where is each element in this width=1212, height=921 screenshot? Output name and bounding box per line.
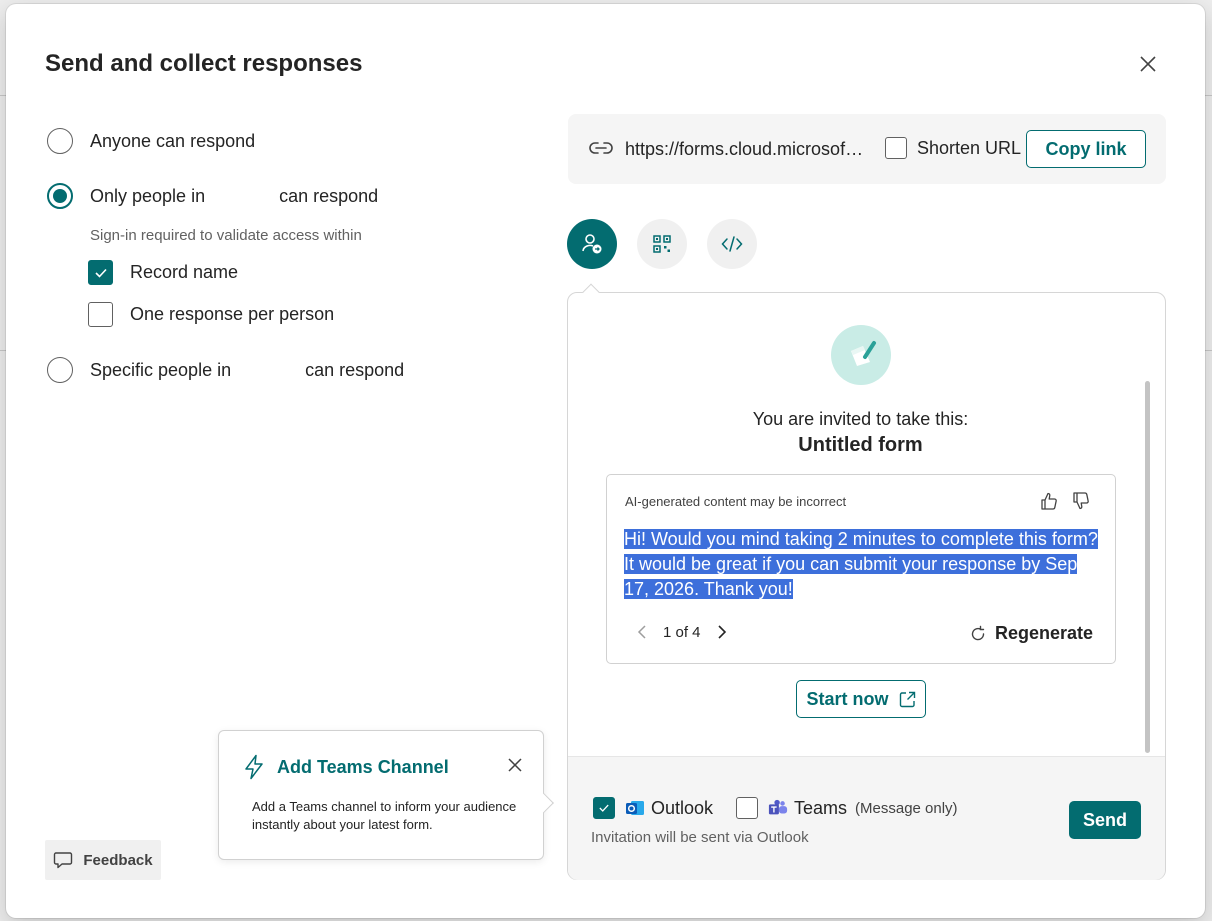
thumbs-up-icon — [1041, 492, 1057, 510]
feedback-icon — [54, 852, 73, 869]
chevron-left-icon — [637, 625, 646, 639]
outlook-icon — [625, 798, 645, 818]
tab-share-link[interactable] — [567, 219, 617, 269]
thumbs-down-button[interactable] — [1069, 489, 1093, 513]
thumbs-up-button[interactable] — [1037, 489, 1061, 513]
teams-note: (Message only) — [855, 799, 958, 817]
send-button[interactable]: Send — [1069, 801, 1141, 839]
option-specific-prefix: Specific people in — [90, 359, 232, 380]
record-name-option[interactable]: Record name — [88, 260, 238, 285]
teams-label: Teams — [794, 797, 848, 818]
checkmark-icon — [599, 804, 609, 812]
option-anyone[interactable]: Anyone can respond — [47, 128, 255, 154]
invited-text: You are invited to take this: — [752, 409, 969, 429]
chevron-right-icon — [717, 625, 726, 639]
qr-code-icon — [653, 235, 671, 253]
option-specific-people[interactable]: Specific people in can respond — [47, 357, 404, 383]
form-name: Untitled form — [798, 434, 923, 456]
teams-icon — [768, 798, 788, 818]
one-response-label: One response per person — [130, 304, 335, 324]
pager-text: 1 of 4 — [663, 623, 701, 641]
send-dialog: Send and collect responses Anyone can re… — [6, 4, 1205, 918]
teams-option[interactable]: Teams (Message only) — [736, 797, 958, 819]
record-name-label: Record name — [130, 262, 239, 282]
ai-disclaimer: AI-generated content may be incorrect — [625, 494, 847, 509]
close-button[interactable] — [1134, 50, 1162, 78]
invitation-via-text: Invitation will be sent via Outlook — [591, 829, 809, 846]
radio-specific-people[interactable] — [47, 357, 73, 383]
thumbs-down-icon — [1073, 492, 1089, 510]
refresh-icon — [971, 625, 985, 640]
link-icon — [588, 138, 614, 163]
bubble-beak — [534, 793, 554, 813]
bubble-body: Add a Teams channel to inform your audie… — [252, 799, 517, 832]
outlook-label: Outlook — [651, 797, 714, 818]
person-send-icon — [582, 234, 602, 254]
close-icon — [1140, 56, 1156, 72]
ai-message-text[interactable]: Hi! Would you mind taking 2 minutes to c… — [624, 527, 1104, 602]
send-footer: Outlook Teams (Message only) Invitation … — [568, 756, 1165, 880]
form-icon — [831, 325, 891, 385]
invitation-preview: You are invited to take this: Untitled f… — [567, 283, 1166, 880]
start-now-button[interactable]: Start now — [796, 680, 926, 718]
regenerate-label: Regenerate — [995, 623, 1094, 643]
feedback-button[interactable]: Feedback — [45, 840, 161, 880]
copy-link-button[interactable]: Copy link — [1026, 130, 1146, 168]
option-only-people-suffix: can respond — [279, 185, 379, 206]
form-url[interactable]: https://forms.cloud.microsoft... — [625, 139, 865, 160]
one-response-checkbox[interactable] — [88, 302, 113, 327]
option-only-people[interactable]: Only people in can respond — [47, 183, 378, 209]
bubble-close-button[interactable] — [504, 754, 526, 776]
close-icon — [508, 758, 522, 772]
panel-notch — [582, 283, 600, 301]
dialog-title: Send and collect responses — [45, 50, 363, 77]
next-button[interactable] — [711, 621, 733, 643]
teams-channel-teaching-bubble: Add Teams Channel Add a Teams channel to… — [218, 730, 554, 860]
shorten-url-checkbox[interactable] — [885, 137, 907, 159]
link-bar: https://forms.cloud.microsoft... Shorten… — [568, 114, 1166, 184]
ai-message-card: AI-generated content may be incorrect Hi… — [606, 474, 1116, 664]
checkmark-icon — [94, 268, 107, 278]
record-name-checkbox[interactable] — [88, 260, 113, 285]
tab-qr-code[interactable] — [637, 219, 687, 269]
open-external-icon — [899, 691, 915, 707]
shorten-url-label: Shorten URL — [917, 137, 1022, 158]
one-response-option[interactable]: One response per person — [88, 302, 334, 327]
suggestion-pager: 1 of 4 — [631, 621, 733, 643]
signin-hint: Sign-in required to validate access with… — [90, 227, 362, 244]
shorten-url-option[interactable]: Shorten URL — [885, 137, 1021, 159]
bubble-title: Add Teams Channel — [277, 757, 449, 777]
start-now-label: Start now — [806, 688, 889, 709]
tab-embed[interactable] — [707, 219, 757, 269]
regenerate-button[interactable]: Regenerate — [969, 623, 1093, 644]
outlook-checkbox[interactable] — [593, 797, 615, 819]
outlook-option[interactable]: Outlook — [593, 797, 713, 819]
option-anyone-label: Anyone can respond — [90, 130, 256, 151]
option-specific-suffix: can respond — [305, 359, 405, 380]
feedback-label: Feedback — [83, 851, 153, 869]
radio-anyone[interactable] — [47, 128, 73, 154]
lightning-icon — [243, 754, 265, 785]
previous-button[interactable] — [631, 621, 653, 643]
ai-message-selection: Hi! Would you mind taking 2 minutes to c… — [624, 529, 1098, 599]
teams-checkbox[interactable] — [736, 797, 758, 819]
embed-code-icon — [721, 236, 743, 252]
radio-only-people[interactable] — [47, 183, 73, 209]
option-only-people-prefix: Only people in — [90, 185, 206, 206]
